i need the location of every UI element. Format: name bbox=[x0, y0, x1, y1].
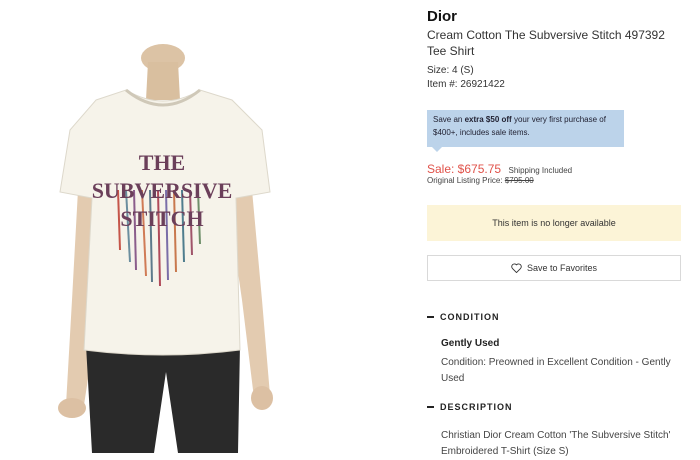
save-to-favorites-button[interactable]: Save to Favorites bbox=[427, 255, 681, 281]
condition-title: Gently Used bbox=[441, 338, 500, 349]
mannequin-left-hand bbox=[58, 398, 86, 418]
mannequin-right-hand bbox=[251, 386, 273, 410]
unavailable-notice: This item is no longer available bbox=[427, 205, 681, 241]
brand-name[interactable]: Dior bbox=[427, 8, 457, 25]
heart-icon bbox=[511, 263, 522, 273]
description-text: Christian Dior Cream Cotton 'The Subvers… bbox=[441, 430, 671, 457]
shirt-print-line-3: STITCH bbox=[120, 206, 203, 231]
product-title: Cream Cotton The Subversive Stitch 49739… bbox=[427, 28, 665, 58]
product-photo-tshirt: THE SUBVERSIVE STITCH bbox=[58, 44, 273, 453]
promo-highlight: extra $50 off bbox=[464, 115, 512, 124]
condition-text: Condition: Preowned in Excellent Conditi… bbox=[441, 357, 671, 384]
promo-prefix: Save an bbox=[433, 115, 465, 124]
promo-banner[interactable]: Save an extra $50 off your very first pu… bbox=[427, 110, 624, 152]
sale-price: Sale: $675.75 bbox=[427, 162, 502, 176]
mannequin-neck bbox=[146, 62, 180, 100]
product-size: Size: 4 (S) bbox=[427, 65, 474, 76]
save-to-favorites-label: Save to Favorites bbox=[526, 263, 598, 273]
shipping-note: Shipping Included bbox=[508, 166, 573, 175]
promo-pointer bbox=[432, 147, 442, 152]
shirt-print-line-2: SUBVERSIVE bbox=[92, 178, 233, 203]
original-price-row: Original Listing Price: $795.00 bbox=[427, 176, 534, 185]
collapse-icon bbox=[427, 316, 434, 318]
original-price-label: Original Listing Price: bbox=[427, 176, 505, 185]
collapse-icon bbox=[427, 406, 434, 408]
product-image[interactable]: THE SUBVERSIVE STITCH bbox=[0, 0, 410, 453]
shirt-print-line-1: THE bbox=[139, 150, 185, 175]
condition-section-toggle[interactable]: CONDITION bbox=[427, 312, 500, 322]
condition-heading: CONDITION bbox=[440, 312, 500, 322]
description-heading: DESCRIPTION bbox=[440, 402, 513, 412]
original-price: $795.00 bbox=[504, 176, 534, 185]
description-section-toggle[interactable]: DESCRIPTION bbox=[427, 402, 513, 412]
item-number: Item #: 26921422 bbox=[427, 79, 505, 90]
leggings bbox=[86, 345, 240, 453]
